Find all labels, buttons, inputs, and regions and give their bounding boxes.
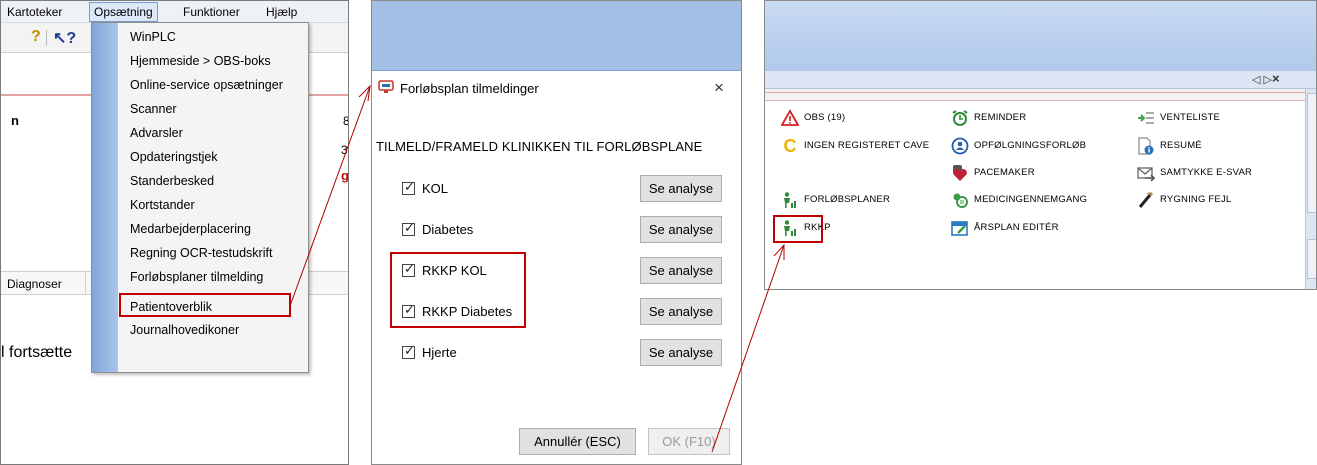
highlight-box: [773, 215, 823, 243]
checkbox-label: Hjerte: [422, 345, 457, 360]
checkmark-icon: ✓: [404, 343, 415, 358]
journal-icon-label: REMINDER: [974, 112, 1027, 123]
dialog-title: Forløbsplan tilmeldinger: [400, 81, 539, 96]
document-info-icon: [1138, 137, 1154, 155]
tab-diagnoser[interactable]: Diagnoser: [7, 277, 62, 291]
menu-item-advarsler[interactable]: Advarsler: [130, 126, 183, 140]
menu-item-forloebsplaner[interactable]: Forløbsplaner tilmelding: [130, 270, 263, 284]
journal-icon-label: MEDICINGENNEMGANG: [974, 194, 1088, 205]
panel-bottom-border: [765, 289, 1317, 290]
list-arrow-icon: [1138, 112, 1154, 124]
side-tab[interactable]: [1307, 93, 1316, 213]
cave-c-icon: C: [783, 136, 797, 156]
calendar-edit-icon: [951, 221, 968, 236]
side-tab-strip: [1305, 89, 1316, 289]
journal-icon-label: FORLØBSPLANER: [804, 194, 891, 205]
highlight-box: [390, 252, 526, 328]
cigarette-icon: [1138, 191, 1154, 208]
checkmark-icon: ✓: [404, 220, 415, 235]
menu-item-standerbesked[interactable]: Standerbesked: [130, 174, 214, 188]
ok-button[interactable]: OK (F10): [648, 428, 730, 455]
highlight-box: [119, 293, 291, 317]
checkbox-hjerte[interactable]: ✓: [402, 343, 415, 359]
toolbar-separator: [46, 30, 47, 46]
nav-arrows-icon[interactable]: ◁ ▷: [1252, 73, 1272, 86]
menu-item-journalhovedikoner[interactable]: Journalhovedikoner: [130, 323, 239, 337]
menu-opsaetning[interactable]: Opsætning: [89, 2, 158, 22]
journal-icon-label: RESUMÉ: [1160, 140, 1202, 151]
panel-subheader: [765, 89, 1305, 101]
menu-item-hjemmeside[interactable]: Hjemmeside > OBS-boks: [130, 54, 271, 68]
checkbox-label: Diabetes: [422, 222, 474, 237]
background-text-fragment: 3-: [341, 143, 348, 157]
se-analyse-button[interactable]: Se analyse: [640, 175, 722, 202]
close-icon[interactable]: ×: [1272, 71, 1280, 86]
journal-icon-label: SAMTYKKE E-SVAR: [1160, 167, 1253, 178]
menu-item-medarbejderplacering[interactable]: Medarbejderplacering: [130, 222, 251, 236]
side-tab[interactable]: [1307, 239, 1316, 279]
checkbox-label: KOL: [422, 181, 449, 196]
menu-kartoteker[interactable]: Kartoteker: [7, 5, 62, 19]
background-text-fragment: l fortsætte: [1, 344, 73, 361]
menu-funktioner[interactable]: Funktioner: [183, 5, 240, 19]
envelope-arrow-icon: [1137, 167, 1155, 182]
close-icon[interactable]: ×: [714, 78, 724, 98]
journal-icon-label: INGEN REGISTERET CAVE: [804, 140, 930, 151]
whats-this-icon[interactable]: ↖?: [53, 28, 76, 48]
journal-icon-label: ÅRSPLAN EDITÉR: [974, 222, 1059, 233]
person-chart-icon: [784, 192, 796, 208]
checkmark-icon: ✓: [404, 179, 415, 194]
journal-icon-label: OPFØLGNINGSFORLØB: [974, 140, 1087, 151]
se-analyse-button[interactable]: Se analyse: [640, 257, 722, 284]
journal-icon-panel-screenshot: ◁ ▷ × OBS (19) C INGEN REGISTERET CAVE F…: [764, 0, 1317, 290]
person-circle-icon: [951, 137, 969, 155]
dialog-backdrop: [372, 1, 741, 71]
app-window-icon: [378, 80, 394, 93]
menu-item-winplc[interactable]: WinPLC: [130, 30, 176, 44]
cancel-button[interactable]: Annullér (ESC): [519, 428, 636, 455]
tab-separator: [85, 272, 86, 294]
background-text-fragment: n: [11, 113, 19, 128]
checkbox-diabetes[interactable]: ✓: [402, 220, 415, 236]
opsaetning-dropdown: WinPLC Hjemmeside > OBS-boks Online-serv…: [91, 22, 309, 373]
background-text-fragment: 8: [343, 114, 348, 128]
arrow-head-icon: [358, 84, 371, 102]
menu-hjaelp[interactable]: Hjælp: [266, 5, 297, 19]
opsaetning-menu-screenshot: Kartoteker Opsætning Funktioner Hjælp ? …: [0, 0, 349, 465]
header-divider: [765, 92, 1305, 93]
warning-triangle-icon: [781, 109, 799, 126]
checkbox-kol[interactable]: ✓: [402, 179, 415, 195]
question-icon[interactable]: ?: [31, 28, 41, 46]
journal-icon-label: RYGNING FEJL: [1160, 194, 1232, 205]
menu-item-kortstander[interactable]: Kortstander: [130, 198, 195, 212]
journal-icon-label: VENTELISTE: [1160, 112, 1221, 123]
menu-item-opdateringstjek[interactable]: Opdateringstjek: [130, 150, 218, 164]
menu-icon-gutter: [92, 23, 118, 372]
dialog-heading: TILMELD/FRAMELD KLINIKKEN TIL FORLØBSPLA…: [376, 139, 703, 154]
se-analyse-button[interactable]: Se analyse: [640, 298, 722, 325]
heart-device-icon: [953, 165, 967, 181]
menu-item-regning-ocr[interactable]: Regning OCR-testudskrift: [130, 246, 272, 260]
menu-item-scanner[interactable]: Scanner: [130, 102, 177, 116]
se-analyse-button[interactable]: Se analyse: [640, 339, 722, 366]
pills-cycle-icon: [953, 193, 968, 208]
journal-icon-label: OBS (19): [804, 112, 846, 123]
menu-item-online-service[interactable]: Online-service opsætninger: [130, 78, 283, 92]
menu-bar: Kartoteker Opsætning Funktioner Hjælp: [1, 1, 348, 23]
journal-icon-label: PACEMAKER: [974, 167, 1035, 178]
forloebsplan-dialog-screenshot: Forløbsplan tilmeldinger × TILMELD/FRAME…: [371, 0, 742, 465]
se-analyse-button[interactable]: Se analyse: [640, 216, 722, 243]
background-text-fragment: gr: [341, 168, 349, 183]
window-header: [765, 1, 1316, 71]
alarm-clock-icon: [952, 110, 968, 126]
panel-tab-strip: [765, 71, 1316, 89]
